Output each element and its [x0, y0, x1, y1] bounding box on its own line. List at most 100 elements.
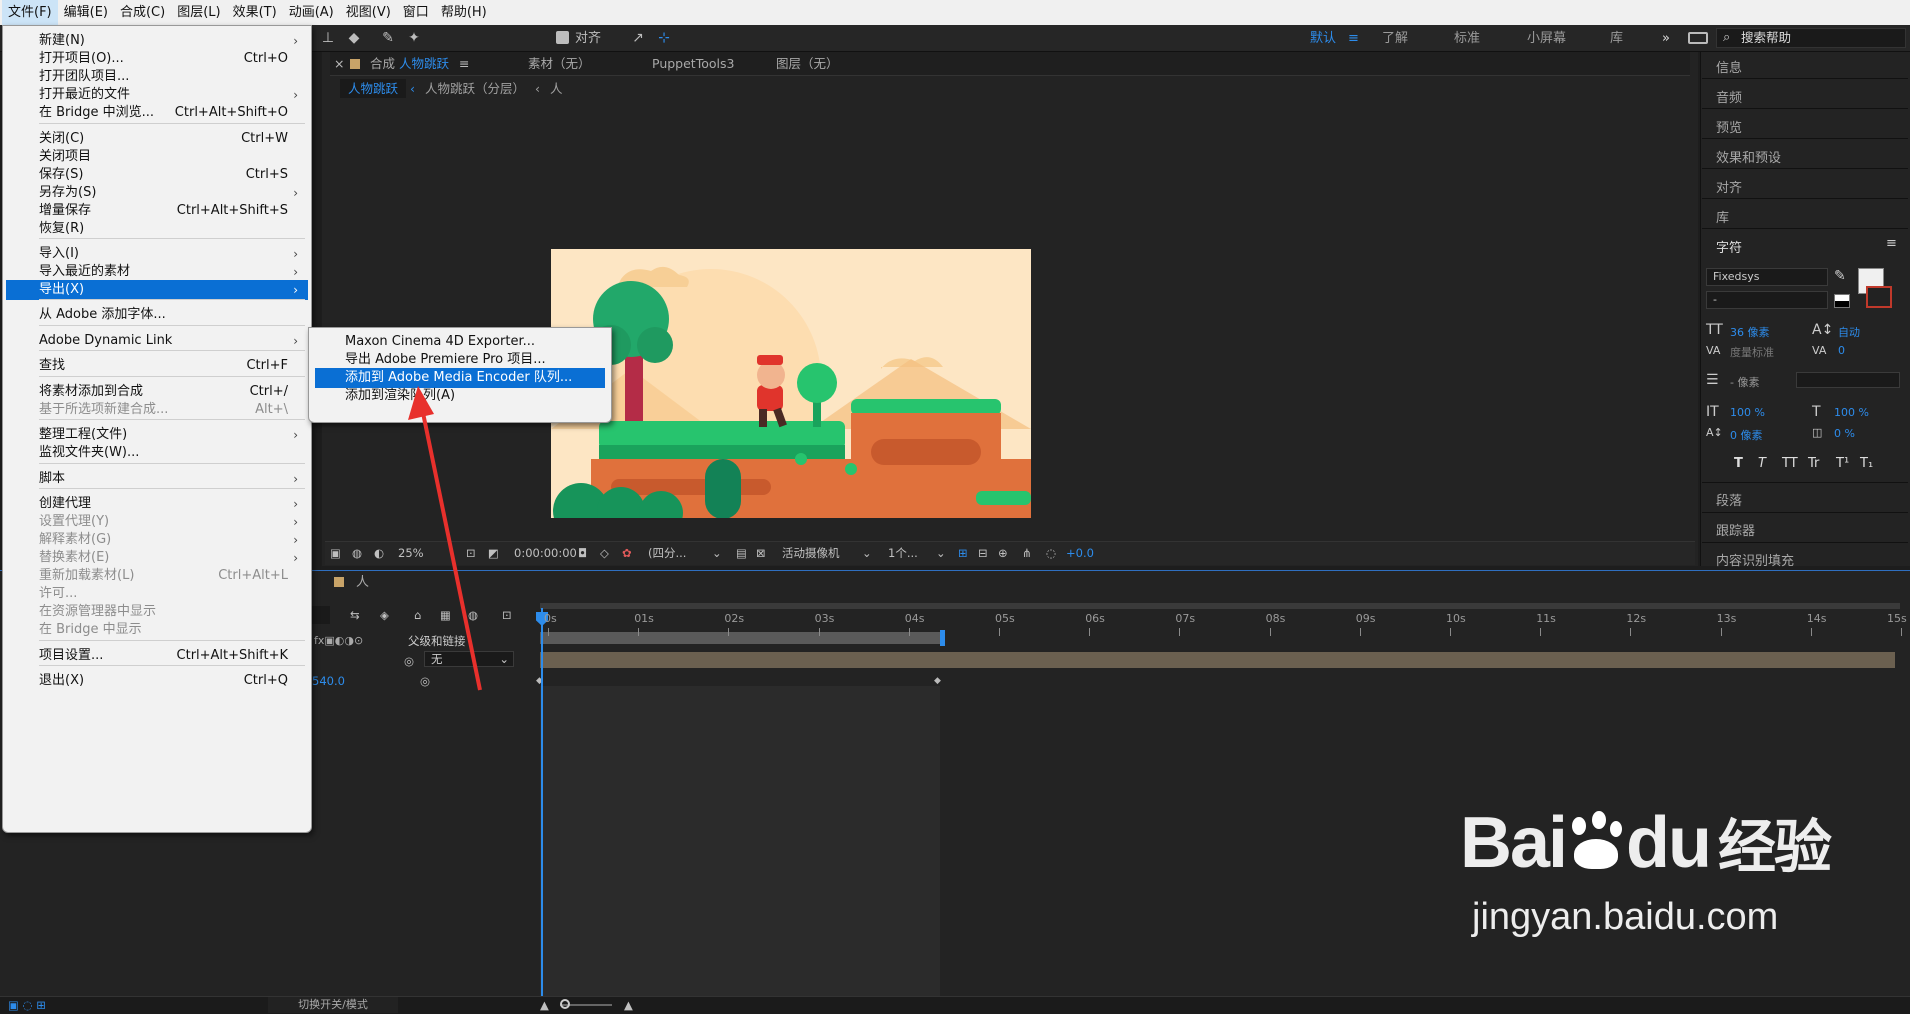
panel-audio[interactable]: 音频	[1716, 87, 1742, 106]
kerning-value[interactable]: 度量标准	[1730, 344, 1774, 360]
snap-grid-icon[interactable]: ⊹	[654, 29, 674, 47]
layer-duration-bar[interactable]	[540, 652, 1895, 668]
menu-composition[interactable]: 合成(C)	[114, 0, 171, 25]
menu-file[interactable]: 文件(F)	[2, 0, 58, 25]
workspace-menu-icon[interactable]: ≡	[1348, 25, 1359, 52]
panel-libraries[interactable]: 库	[1716, 207, 1729, 226]
camera-dropdown[interactable]: 活动摄像机	[782, 544, 840, 562]
file-menu-item[interactable]: 脚本 ›	[6, 469, 308, 489]
menu-effect[interactable]: 效果(T)	[227, 0, 283, 25]
resolution-chevron-icon[interactable]: ⌄	[712, 544, 722, 562]
tab-menu-icon[interactable]: ≡	[453, 56, 469, 71]
menu-help[interactable]: 帮助(H)	[435, 0, 493, 25]
character-menu-icon[interactable]: ≡	[1886, 236, 1897, 251]
region-of-interest-icon[interactable]: ▣	[330, 544, 341, 562]
faux-bold-button[interactable]: T	[1734, 456, 1743, 471]
switches-icon[interactable]: fx▣◐◑⊙	[314, 632, 363, 650]
superscript-button[interactable]: T¹	[1836, 456, 1849, 471]
menu-animation[interactable]: 动画(A)	[283, 0, 340, 25]
timecode-display[interactable]: 0:00:00:00	[514, 544, 577, 562]
stamp-tool-icon[interactable]: ⊥	[318, 29, 338, 47]
file-menu-item[interactable]: 导出(X) ›	[6, 280, 308, 300]
menu-layer[interactable]: 图层(L)	[171, 0, 226, 25]
file-menu-item[interactable]: Adobe Dynamic Link ›	[6, 331, 308, 351]
file-menu-item[interactable]: 将素材添加到合成 Ctrl+/	[6, 382, 308, 402]
tab-layer[interactable]: 图层（无）	[776, 52, 839, 76]
value-readout[interactable]: 540.0	[312, 672, 345, 690]
export-submenu-item[interactable]: Maxon Cinema 4D Exporter...	[315, 332, 605, 352]
export-submenu-item[interactable]: 导出 Adobe Premiere Pro 项目...	[315, 350, 605, 370]
file-menu-item[interactable]: 新建(N) ›	[6, 31, 308, 51]
work-area-end-handle[interactable]	[940, 630, 945, 646]
panel-info[interactable]: 信息	[1716, 57, 1742, 76]
file-menu-item[interactable]: 导入(I) ›	[6, 244, 308, 264]
font-style-dropdown[interactable]: -	[1706, 291, 1828, 309]
file-menu-item[interactable]: 打开团队项目...	[6, 67, 308, 87]
work-area-range[interactable]	[540, 632, 942, 644]
file-menu-item[interactable]: 整理工程(文件) ›	[6, 425, 308, 445]
faux-italic-button[interactable]: T	[1758, 456, 1766, 471]
search-help-field[interactable]: ⌕ 搜索帮助	[1716, 28, 1906, 48]
transparency-grid-icon[interactable]: ⊠	[756, 544, 766, 562]
reset-exposure-icon[interactable]: ◌	[1046, 544, 1056, 562]
panel-content-aware-fill[interactable]: 内容识别填充	[1716, 550, 1794, 569]
file-menu-item[interactable]: 从 Adobe 添加字体...	[6, 305, 308, 325]
file-menu-item[interactable]: 另存为(S) ›	[6, 183, 308, 203]
puppet-pin-icon[interactable]: ✦	[404, 29, 424, 47]
workspace-standard[interactable]: 标准	[1454, 25, 1480, 52]
small-caps-button[interactable]: Tr	[1808, 456, 1819, 471]
stroke-color-swatch[interactable]	[1866, 286, 1892, 308]
eraser-tool-icon[interactable]: ◆	[344, 29, 364, 47]
breadcrumb-item-0[interactable]: 人物跳跃	[340, 79, 407, 98]
shy-layers-icon[interactable]: ◈	[380, 606, 389, 624]
toggle-switches-modes-button[interactable]: 切换开关/模式	[268, 997, 398, 1013]
fast-preview-icon[interactable]: ▤	[736, 544, 747, 562]
timeline-link-icon[interactable]: ⊟	[978, 544, 988, 562]
file-menu-item[interactable]: 导入最近的素材 ›	[6, 262, 308, 282]
draft-3d-icon[interactable]: ⇆	[350, 606, 360, 624]
snapshot-icon[interactable]: ◘	[578, 544, 587, 562]
work-area-bar[interactable]	[540, 603, 1900, 609]
file-menu-item[interactable]: 项目设置... Ctrl+Alt+Shift+K	[6, 646, 308, 666]
align-checkbox[interactable]	[556, 31, 569, 44]
tab-composition[interactable]: 合成 人物跳跃 ≡	[370, 52, 469, 76]
workspace-learn[interactable]: 了解	[1382, 25, 1408, 52]
baseline-shift-value[interactable]: 0 像素	[1730, 427, 1763, 443]
transparency-icon[interactable]: ◐	[374, 544, 384, 562]
keyframe-area[interactable]	[540, 686, 940, 996]
snap-icon[interactable]: ↗	[628, 29, 648, 47]
workspace-default[interactable]: 默认	[1310, 25, 1336, 52]
file-menu-item[interactable]: 监视文件夹(W)...	[6, 443, 308, 463]
timeline-tab[interactable]: 人	[356, 572, 369, 594]
file-menu-item[interactable]: 打开最近的文件 ›	[6, 85, 308, 105]
tsume-value[interactable]: 0 %	[1834, 427, 1855, 440]
panel-paragraph[interactable]: 段落	[1716, 490, 1742, 509]
composition-canvas[interactable]	[551, 249, 1031, 518]
breadcrumb-item-2[interactable]: 人	[544, 81, 569, 96]
panel-character[interactable]: 字符	[1716, 237, 1742, 256]
subscript-button[interactable]: T₁	[1860, 456, 1873, 471]
comp-flowchart-icon[interactable]: ⊕	[998, 544, 1008, 562]
zoom-out-icon[interactable]: ▲	[540, 996, 549, 1014]
resolution-dropdown[interactable]: (四分...	[648, 544, 686, 562]
comp-mini-flowchart-icon[interactable]: ⊡	[502, 606, 512, 624]
panel-tracker[interactable]: 跟踪器	[1716, 520, 1755, 539]
views-dropdown[interactable]: 1个...	[888, 544, 918, 562]
file-menu-item[interactable]: 关闭(C) Ctrl+W	[6, 129, 308, 149]
file-menu-item[interactable]: 创建代理 ›	[6, 494, 308, 514]
file-menu-item[interactable]: 在 Bridge 中浏览... Ctrl+Alt+Shift+O	[6, 103, 308, 123]
file-menu-item[interactable]: 查找 Ctrl+F	[6, 356, 308, 376]
panel-effects-presets[interactable]: 效果和预设	[1716, 147, 1781, 166]
workspace-libraries[interactable]: 库	[1610, 25, 1623, 52]
file-menu-item[interactable]: 保存(S) Ctrl+S	[6, 165, 308, 185]
black-white-swatch-icon[interactable]	[1834, 294, 1850, 308]
workspace-small-screen[interactable]: 小屏幕	[1527, 25, 1566, 52]
mask-toggle-icon[interactable]: ◍	[352, 544, 362, 562]
horizontal-scale-value[interactable]: 100 %	[1834, 406, 1869, 419]
flowchart-icon[interactable]: ⊞	[958, 544, 968, 562]
close-tab-icon[interactable]: ×	[334, 52, 344, 76]
font-size-value[interactable]: 36 像素	[1730, 324, 1770, 340]
menu-window[interactable]: 窗口	[397, 0, 435, 25]
font-family-dropdown[interactable]: Fixedsys	[1706, 268, 1828, 286]
keyframe-icon[interactable]: ◆	[934, 676, 941, 686]
